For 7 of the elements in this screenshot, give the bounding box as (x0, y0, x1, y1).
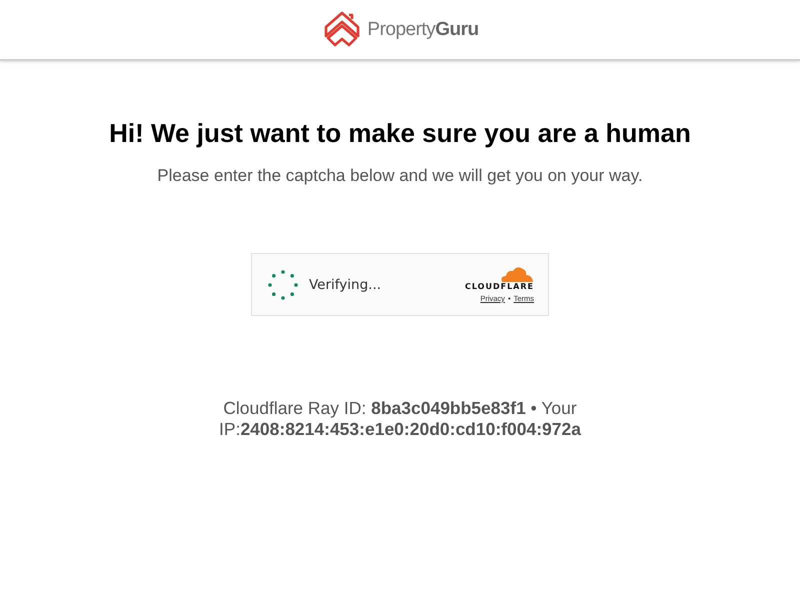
spinner-icon (267, 268, 299, 300)
instructions-text: Please enter the captcha below and we will get you on your way. (157, 166, 643, 186)
brand-name: PropertyGuru (367, 18, 479, 40)
cloudflare-wordmark: CLOUDFLARE (465, 282, 534, 291)
status-text: Verifying... (309, 276, 382, 292)
ray-id-text: Cloudflare Ray ID: 8ba3c049bb5e83f1 • Your IP:2408:8214:453:e1e0:20d0:cd10:f004:972a (218, 398, 582, 440)
page-heading: Hi! We just want to make sure you are a human (109, 118, 691, 149)
